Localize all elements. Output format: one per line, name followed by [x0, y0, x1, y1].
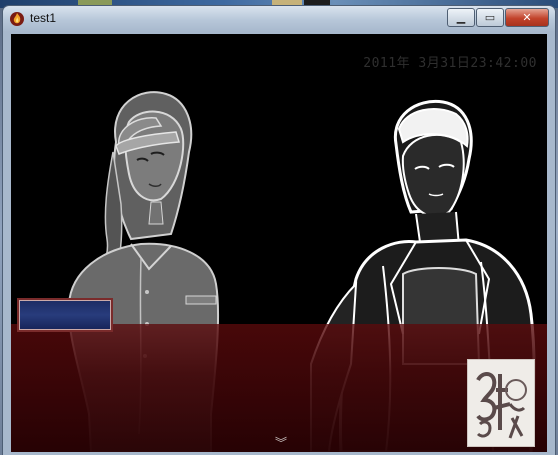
close-button[interactable]: ✕	[505, 8, 549, 27]
minimize-button[interactable]: ▁	[447, 8, 475, 27]
window-title: test1	[30, 11, 57, 25]
double-chevron-down-icon[interactable]: ︾	[275, 434, 287, 451]
speaker-name-box	[17, 298, 113, 332]
window-controls: ▁ ▭ ✕	[446, 8, 549, 27]
game-window: test1 ▁ ▭ ✕ 2011年 3月31日23:42:00 ︾	[3, 6, 555, 455]
game-screen[interactable]: 2011年 3月31日23:42:00 ︾	[11, 34, 547, 452]
datetime-display: 2011年 3月31日23:42:00	[363, 56, 537, 71]
title-bar[interactable]: test1 ▁ ▭ ✕	[3, 6, 555, 32]
maximize-button[interactable]: ▭	[476, 8, 504, 27]
flame-icon[interactable]	[9, 11, 25, 27]
game-logo	[467, 359, 535, 447]
